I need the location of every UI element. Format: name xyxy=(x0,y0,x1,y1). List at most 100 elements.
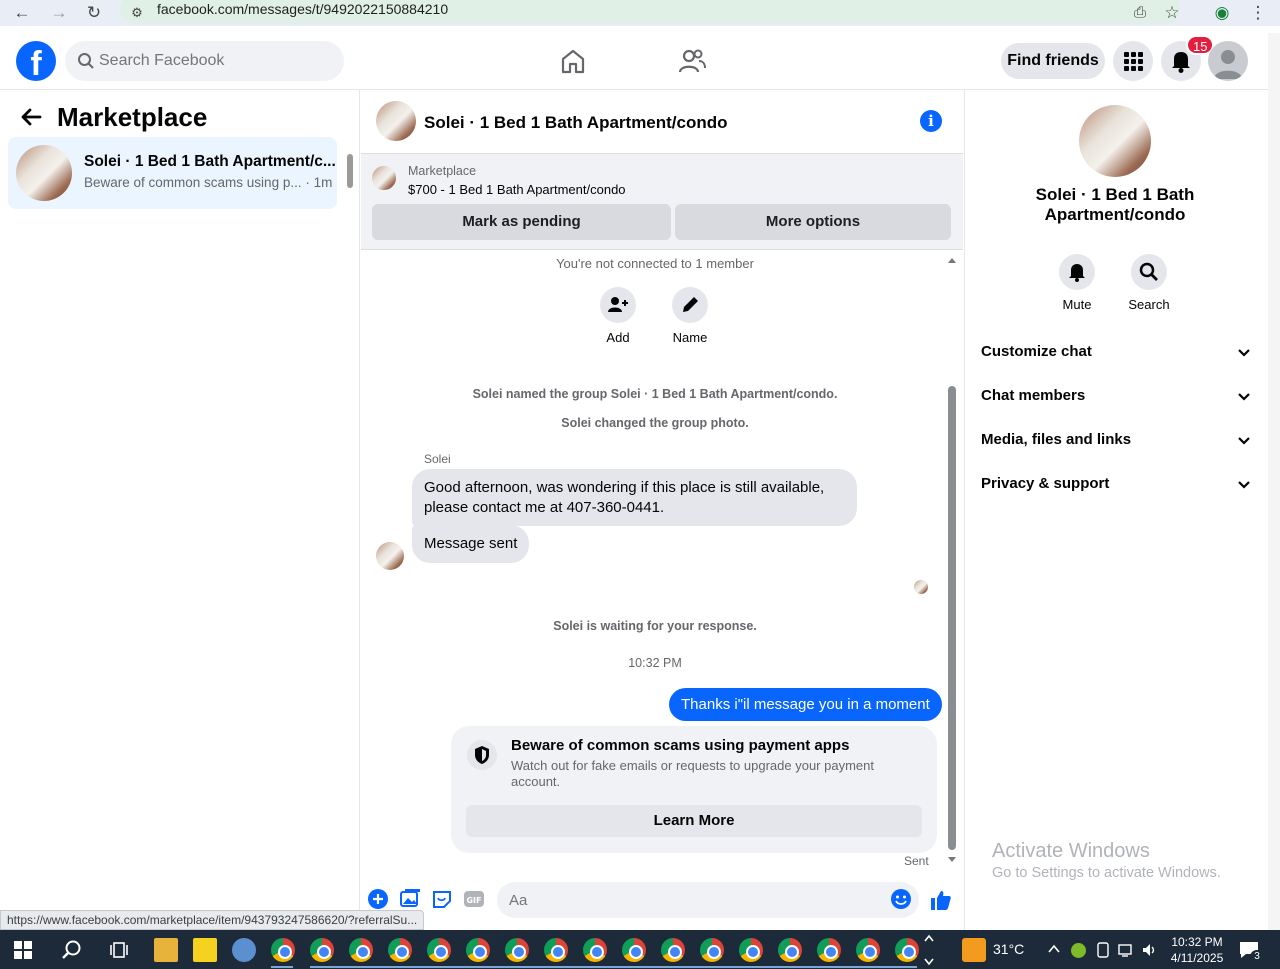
forward-icon[interactable]: → xyxy=(48,2,70,24)
system-message-named: Solei named the group Solei · 1 Bed 1 Ba… xyxy=(472,387,838,401)
mute-button[interactable]: Mute xyxy=(1047,254,1107,312)
back-icon[interactable]: ← xyxy=(11,2,33,24)
info-icon[interactable]: i xyxy=(920,110,942,132)
search-box[interactable] xyxy=(65,41,344,81)
chrome-icon[interactable] xyxy=(856,938,880,962)
chrome-icon[interactable] xyxy=(388,938,412,962)
marketplace-label: Marketplace xyxy=(408,164,477,178)
list-scrollbar[interactable] xyxy=(347,154,353,188)
chat-scrollbar[interactable] xyxy=(948,386,956,850)
taskbar-scroll-icon[interactable] xyxy=(923,933,935,967)
sticky-notes-icon[interactable] xyxy=(193,938,217,962)
chrome-icon[interactable] xyxy=(739,938,763,962)
bookmark-star-icon[interactable]: ☆ xyxy=(1161,2,1183,24)
clock[interactable]: 10:32 PM 4/11/2025 xyxy=(1160,934,1234,966)
message-input[interactable] xyxy=(497,882,919,918)
group-photo[interactable] xyxy=(1079,105,1151,177)
weather-icon[interactable] xyxy=(962,938,986,962)
learn-more-button[interactable]: Learn More xyxy=(466,805,922,837)
section-media-files-links[interactable]: Media, files and links xyxy=(981,431,1251,455)
sender-avatar[interactable] xyxy=(376,542,404,570)
incoming-message[interactable]: Message sent xyxy=(412,525,530,563)
chrome-icon[interactable] xyxy=(544,938,568,962)
chrome-icon[interactable] xyxy=(427,938,451,962)
photo-icon[interactable] xyxy=(399,888,421,910)
mute-label: Mute xyxy=(1062,297,1092,312)
file-explorer-icon[interactable] xyxy=(154,938,178,962)
browser-toolbar: ← → ↻ ⚙ facebook.com/messages/t/94920221… xyxy=(0,0,1280,26)
reload-icon[interactable]: ↻ xyxy=(83,2,105,24)
task-view-icon[interactable] xyxy=(109,940,129,960)
browser-menu-icon[interactable]: ⋮ xyxy=(1247,2,1269,24)
conversation-list-panel: Marketplace Solei · 1 Bed 1 Bath Apartme… xyxy=(0,90,360,930)
friends-icon[interactable] xyxy=(677,46,707,76)
home-icon[interactable] xyxy=(558,46,588,76)
scroll-down-arrow-icon[interactable] xyxy=(947,856,957,864)
account-avatar[interactable] xyxy=(1208,41,1248,81)
section-chat-members[interactable]: Chat members xyxy=(981,387,1251,411)
temperature[interactable]: 31°C xyxy=(993,941,1024,957)
search-conversation-button[interactable]: Search xyxy=(1119,254,1179,312)
chrome-icon[interactable] xyxy=(505,938,529,962)
section-label: Customize chat xyxy=(981,343,1092,360)
chrome-icon[interactable] xyxy=(271,938,295,962)
search-icon[interactable] xyxy=(61,939,83,961)
mark-as-pending-button[interactable]: Mark as pending xyxy=(372,204,671,240)
emoji-icon[interactable] xyxy=(890,888,912,910)
incoming-message[interactable]: Good afternoon, was wondering if this pl… xyxy=(412,469,857,526)
gif-icon[interactable]: GIF xyxy=(463,888,485,910)
page-scrollbar[interactable] xyxy=(1268,33,1280,930)
add-member-button[interactable]: Add xyxy=(578,287,658,345)
chevron-up-icon[interactable] xyxy=(1047,943,1061,955)
profile-icon[interactable]: ◉ xyxy=(1211,2,1233,24)
listing-price[interactable]: $700 - 1 Bed 1 Bath Apartment/condo xyxy=(408,182,626,197)
sent-status: Sent xyxy=(904,854,929,868)
search-icon xyxy=(78,53,94,69)
chrome-icon[interactable] xyxy=(466,938,490,962)
chrome-icon[interactable] xyxy=(310,938,334,962)
volume-icon[interactable] xyxy=(1141,942,1159,958)
tray-app-icon[interactable] xyxy=(1071,943,1086,958)
section-privacy-support[interactable]: Privacy & support xyxy=(981,475,1251,499)
find-friends-button[interactable]: Find friends xyxy=(1001,43,1105,79)
chat-title[interactable]: Solei · 1 Bed 1 Bath Apartment/condo xyxy=(424,113,728,133)
conversation-item[interactable]: Solei · 1 Bed 1 Bath Apartment/c... Bewa… xyxy=(8,137,337,209)
network-icon[interactable] xyxy=(1117,942,1135,958)
chrome-icon[interactable] xyxy=(895,938,919,962)
scroll-up-arrow-icon[interactable] xyxy=(947,256,957,264)
more-options-button[interactable]: More options xyxy=(675,204,951,240)
site-info-icon[interactable]: ⚙ xyxy=(126,2,148,24)
device-icon[interactable] xyxy=(1096,942,1110,958)
chrome-icon[interactable] xyxy=(817,938,841,962)
windows-start-icon[interactable] xyxy=(14,941,32,959)
sticker-icon[interactable] xyxy=(431,888,453,910)
chat-thumbnail[interactable] xyxy=(376,101,416,141)
chrome-icon[interactable] xyxy=(661,938,685,962)
back-arrow-icon[interactable] xyxy=(20,106,42,134)
clock-time: 10:32 PM xyxy=(1171,935,1223,949)
read-receipt-avatar xyxy=(914,580,928,594)
svg-text:GIF: GIF xyxy=(466,896,481,905)
chrome-icon[interactable] xyxy=(349,938,373,962)
chrome-icon[interactable] xyxy=(778,938,802,962)
menu-grid-button[interactable] xyxy=(1113,41,1153,81)
chrome-icon[interactable] xyxy=(583,938,607,962)
group-title: Solei · 1 Bed 1 Bath Apartment/condo xyxy=(1035,185,1195,224)
pencil-icon xyxy=(683,297,698,312)
section-customize-chat[interactable]: Customize chat xyxy=(981,343,1251,367)
name-group-button[interactable]: Name xyxy=(650,287,730,345)
search-input[interactable] xyxy=(99,41,329,81)
add-label: Add xyxy=(606,330,630,345)
plus-icon[interactable] xyxy=(367,888,389,910)
install-icon[interactable]: ⎙ xyxy=(1129,2,1151,24)
outgoing-message[interactable]: Thanks i"il message you in a moment xyxy=(669,688,942,721)
url-text[interactable]: facebook.com/messages/t/9492022150884210 xyxy=(157,1,448,17)
active-app-indicator xyxy=(271,966,293,968)
chrome-icon[interactable] xyxy=(622,938,646,962)
app-icon[interactable] xyxy=(232,938,256,962)
facebook-logo-icon[interactable]: f xyxy=(16,41,56,81)
conversation-preview: Beware of common scams using p... · 1m xyxy=(84,175,333,190)
chrome-icon[interactable] xyxy=(700,938,724,962)
section-label: Privacy & support xyxy=(981,475,1110,492)
like-thumb-icon[interactable] xyxy=(929,888,953,912)
